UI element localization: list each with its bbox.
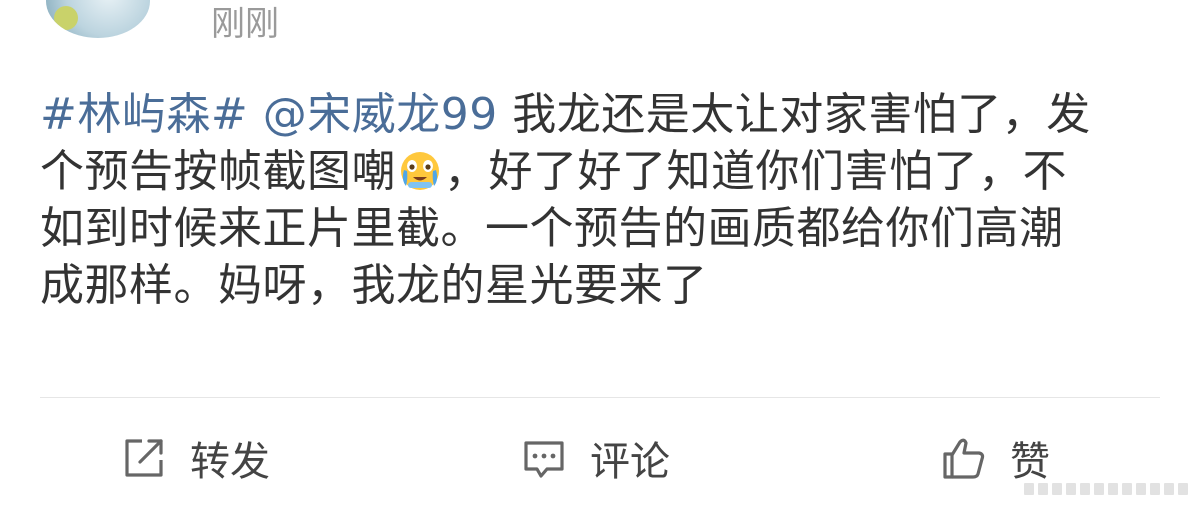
action-divider: [40, 397, 1160, 398]
like-label: 赞: [1010, 439, 1050, 485]
mention-link[interactable]: @宋威龙99: [263, 89, 498, 140]
post-content: #林屿森# @宋威龙99 我龙还是太让对家害怕了，发 个预告按帧截图嘲 ，好了好…: [40, 86, 1168, 314]
comment-icon: [524, 441, 564, 478]
thumbs-up-icon: [943, 438, 985, 479]
crying-laughing-emoji-icon: [401, 152, 439, 190]
repost-icon: [125, 439, 163, 477]
like-button[interactable]: 赞: [940, 430, 1050, 486]
repost-button[interactable]: 转发: [120, 430, 270, 486]
post-line-1: #林屿森# @宋威龙99 我龙还是太让对家害怕了，发: [40, 86, 1168, 143]
hashtag-link[interactable]: #林屿森#: [40, 89, 248, 140]
post-text-segment: 个预告按帧截图嘲: [40, 146, 396, 197]
post-line-4: 成那样。妈呀，我龙的星光要来了: [40, 260, 708, 311]
post-line-3: 如到时候来正片里截。一个预告的画质都给你们高潮: [40, 203, 1064, 254]
comment-label: 评论: [590, 439, 670, 485]
post-line-2: 个预告按帧截图嘲 ，好了好了知道你们害怕了，不: [40, 143, 1168, 200]
post-text-segment: ，好了好了知道你们害怕了，不: [444, 146, 1067, 197]
repost-label: 转发: [190, 439, 270, 485]
comment-button[interactable]: 评论: [520, 430, 670, 486]
post-text-segment: 我龙还是太让对家害怕了，发: [512, 89, 1091, 140]
watermark-mark: [1024, 483, 1188, 495]
user-avatar[interactable]: [46, 0, 150, 38]
post-time: 刚刚: [211, 4, 279, 44]
